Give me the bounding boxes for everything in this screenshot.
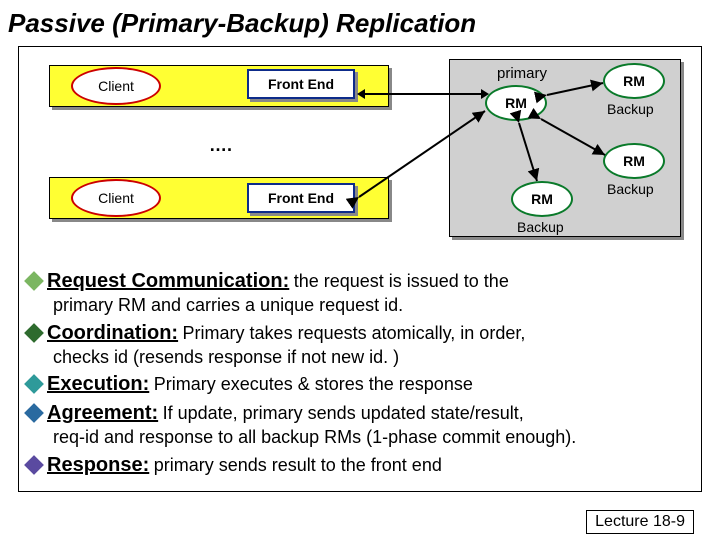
bullet-text: the request is issued to the [294,271,509,291]
bullet-title: Agreement: [47,402,158,424]
client-node-2: Client [71,179,161,217]
rm-text: RM [505,95,527,111]
bullet-title: Response: [47,454,149,476]
bullet-list: Request Communication: the request is is… [25,265,693,480]
bullet-subtext: checks id (resends response if not new i… [53,346,693,369]
bullet-item: Response: primary sends result to the fr… [25,453,693,478]
ellipsis-icon: …. [209,135,232,156]
bullet-title: Execution: [47,373,149,395]
bullet-text: Primary takes requests atomically, in or… [183,323,526,343]
lecture-number: Lecture 18-9 [586,510,694,534]
client-label: Client [98,190,134,206]
bullet-subtext: req-id and response to all backup RMs (1… [53,426,693,449]
bullet-text: If update, primary sends updated state/r… [163,403,524,423]
backup-label-2: Backup [607,181,654,197]
backup-label-1: Backup [607,101,654,117]
diagram-area: Client Client Front End Front End …. pri… [19,47,701,257]
bullet-item: Agreement: If update, primary sends upda… [25,401,693,449]
front-end-1: Front End [247,69,355,99]
front-end-2: Front End [247,183,355,213]
bullet-item: Coordination: Primary takes requests ato… [25,321,693,369]
frontend-label: Front End [268,190,334,206]
rm-text: RM [531,191,553,207]
rm-backup-bottom: RM [511,181,573,217]
client-label: Client [98,78,134,94]
bullet-title: Coordination: [47,322,178,344]
bullet-text: Primary executes & stores the response [154,374,473,394]
bullet-item: Execution: Primary executes & stores the… [25,372,693,397]
bullet-subtext: primary RM and carries a unique request … [53,294,693,317]
primary-label: primary [497,65,547,82]
rm-primary: RM [485,85,547,121]
backup-label-3: Backup [517,219,564,235]
rm-text: RM [623,153,645,169]
rm-backup-right-1: RM [603,63,665,99]
bullet-icon [24,455,44,475]
bullet-item: Request Communication: the request is is… [25,269,693,317]
rm-backup-right-2: RM [603,143,665,179]
client-node-1: Client [71,67,161,105]
bullet-icon [24,271,44,291]
bullet-icon [24,403,44,423]
bullet-text: primary sends result to the front end [154,455,442,475]
frontend-label: Front End [268,76,334,92]
bullet-title: Request Communication: [47,270,289,292]
rm-text: RM [623,73,645,89]
bullet-icon [24,323,44,343]
content-frame: Client Client Front End Front End …. pri… [18,46,702,492]
slide-title: Passive (Primary-Backup) Replication [0,0,720,43]
bullet-icon [24,374,44,394]
arrow-fe1-rm [363,93,483,95]
